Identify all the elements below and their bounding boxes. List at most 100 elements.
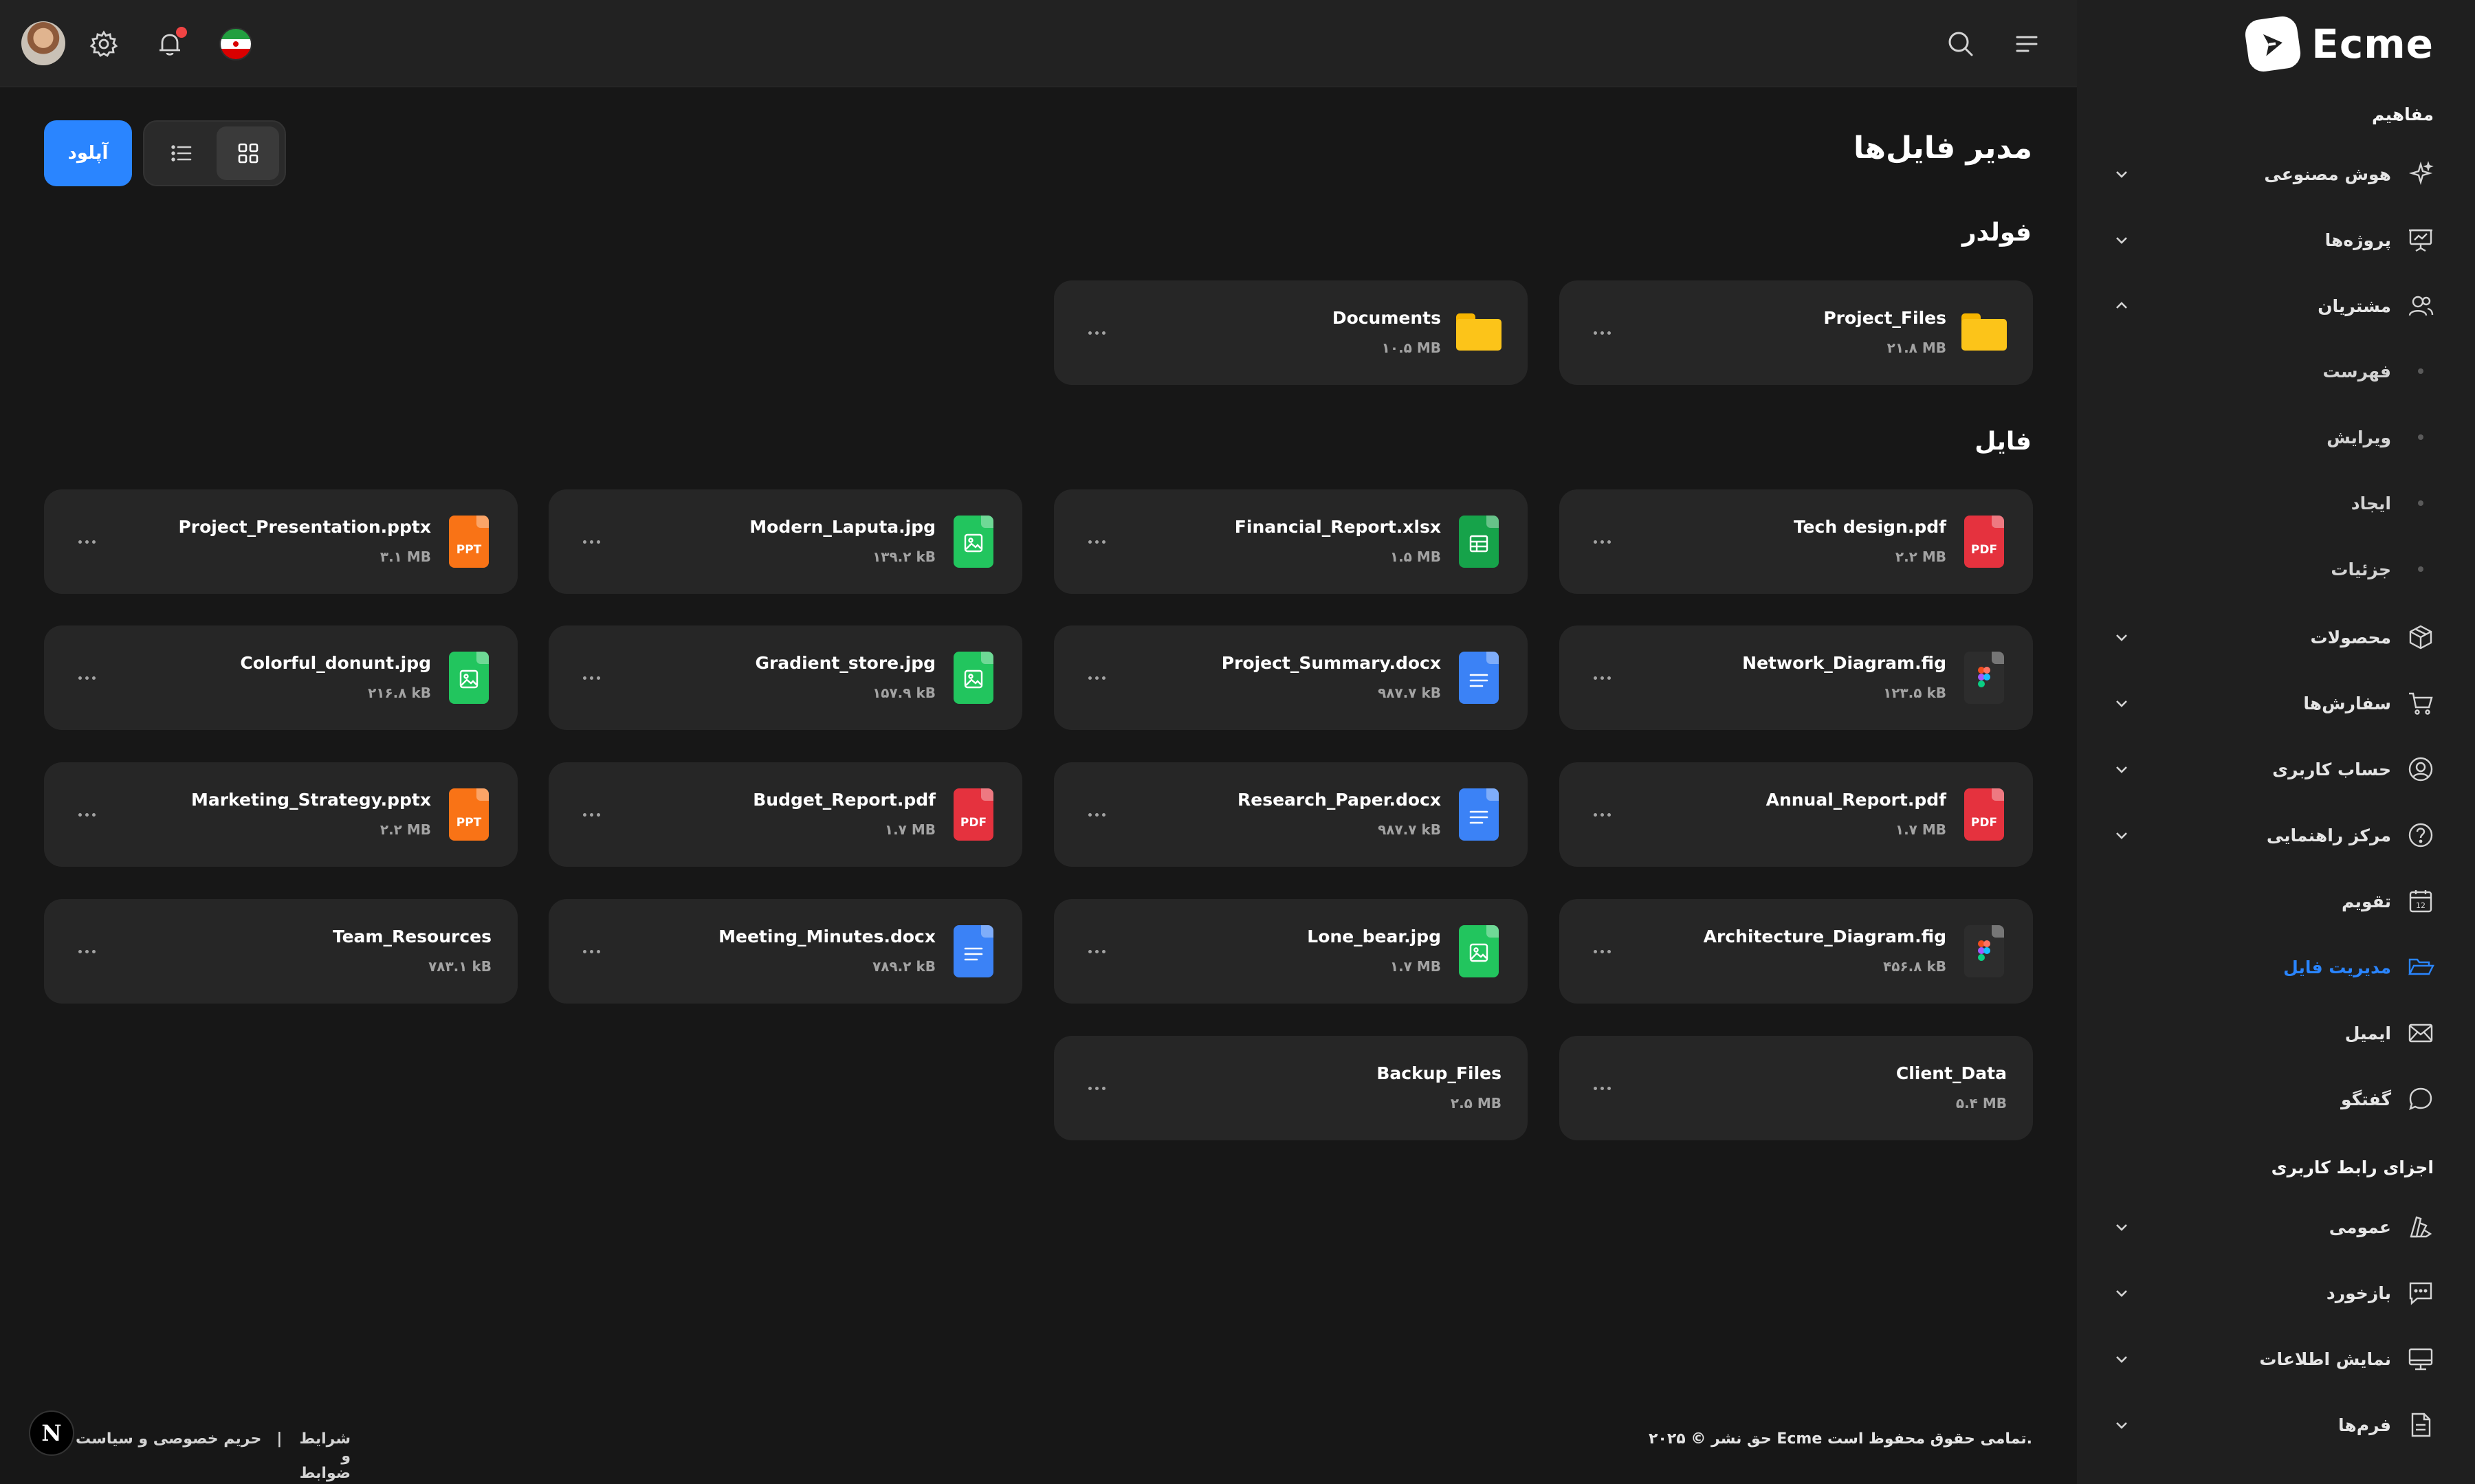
top-header (0, 0, 2077, 87)
sidebar-subitem-list[interactable]: فهرست (2108, 349, 2438, 393)
pptx-file-icon: PPT (449, 788, 489, 841)
more-options-icon[interactable] (73, 802, 100, 827)
file-card[interactable]: Team_Resources ۷۸۳.۱ kB (44, 899, 518, 1004)
chevron-down-icon[interactable] (2108, 821, 2135, 849)
folder-icon (1456, 313, 1502, 351)
search-icon[interactable] (1939, 23, 1982, 65)
more-options-icon[interactable] (1588, 529, 1616, 554)
chevron-down-icon[interactable] (2108, 755, 2135, 783)
sidebar-subitem-edit[interactable]: ویرایش (2108, 415, 2438, 459)
chevron-down-icon[interactable] (2108, 689, 2135, 717)
file-card[interactable]: Network_Diagram.fig ۱۲۳.۵ kB (1559, 625, 2033, 730)
file-card[interactable]: Research_Paper.docx ۹۸۷.۷ kB (1054, 762, 1528, 867)
file-card[interactable]: Financial_Report.xlsx ۱.۵ MB (1054, 489, 1528, 594)
file-card[interactable]: PPT Marketing_Strategy.pptx ۲.۲ MB (44, 762, 518, 867)
file-card[interactable]: Project_Summary.docx ۹۸۷.۷ kB (1054, 625, 1528, 730)
more-options-icon[interactable] (578, 665, 605, 690)
file-card[interactable]: Architecture_Diagram.fig ۴۵۶.۸ kB (1559, 899, 2033, 1004)
file-card[interactable]: Lone_bear.jpg ۱.۷ MB (1054, 899, 1528, 1004)
file-card[interactable]: Modern_Laputa.jpg ۱۳۹.۲ kB (549, 489, 1022, 594)
chevron-up-icon[interactable] (2108, 292, 2135, 320)
iran-flag-icon (219, 27, 252, 60)
privacy-link[interactable]: حریم خصوصی و سیاست (76, 1430, 261, 1482)
more-options-icon[interactable] (73, 529, 100, 554)
more-options-icon[interactable] (1083, 665, 1110, 690)
file-size: ۲.۲ MB (1895, 549, 1946, 565)
chevron-down-icon[interactable] (2108, 226, 2135, 254)
chevron-down-icon[interactable] (2108, 1411, 2135, 1439)
more-options-icon[interactable] (1083, 320, 1110, 345)
chevron-down-icon[interactable] (2108, 1213, 2135, 1241)
upload-button[interactable]: آپلود (44, 120, 132, 186)
sidebar-subitem-details[interactable]: جزئیات (2108, 547, 2438, 591)
sidebar-item-ai[interactable]: هوش مصنوعی (2108, 148, 2438, 199)
chevron-down-icon[interactable] (2108, 160, 2135, 188)
terms-link[interactable]: شرایط و ضوابط (297, 1430, 351, 1482)
grid-view-button[interactable] (217, 126, 279, 180)
chevron-down-icon[interactable] (2108, 623, 2135, 651)
users-icon (2404, 289, 2438, 323)
avatar[interactable] (21, 21, 65, 65)
file-card[interactable]: PDF Tech design.pdf ۲.۲ MB (1559, 489, 2033, 594)
chevron-down-icon[interactable] (2108, 1279, 2135, 1307)
more-options-icon[interactable] (1083, 802, 1110, 827)
file-name: Team_Resources (332, 927, 492, 946)
file-name: Backup_Files (1376, 1063, 1502, 1083)
more-options-icon[interactable] (1588, 665, 1616, 690)
file-name: Colorful_donunt.jpg (240, 653, 431, 673)
nextjs-dev-badge[interactable]: N (29, 1410, 74, 1456)
file-card[interactable]: Colorful_donunt.jpg ۲۱۶.۸ kB (44, 625, 518, 730)
notification-button[interactable] (148, 23, 191, 65)
sidebar-item-data-display[interactable]: نمایش اطلاعات (2108, 1333, 2438, 1384)
menu-icon[interactable] (2005, 23, 2048, 65)
folder-card[interactable]: Project_Files ۲۱.۸ MB (1559, 280, 2033, 385)
file-card[interactable]: PDF Budget_Report.pdf ۱.۷ MB (549, 762, 1022, 867)
more-options-icon[interactable] (1588, 939, 1616, 964)
sidebar-item-file-manager[interactable]: مدیریت فایل (2108, 942, 2438, 993)
more-options-icon[interactable] (578, 802, 605, 827)
more-options-icon[interactable] (1083, 1076, 1110, 1100)
file-size: ۹۸۷.۷ kB (1378, 685, 1441, 701)
sidebar-subitem-create[interactable]: ایجاد (2108, 481, 2438, 525)
figma-file-icon (1964, 652, 2004, 704)
file-card[interactable]: Gradient_store.jpg ۱۵۷.۹ kB (549, 625, 1022, 730)
file-name: Research_Paper.docx (1237, 790, 1441, 810)
chevron-down-icon[interactable] (2108, 1345, 2135, 1373)
file-card[interactable]: Backup_Files ۲.۵ MB (1054, 1036, 1528, 1140)
file-card[interactable]: Meeting_Minutes.docx ۷۸۹.۲ kB (549, 899, 1022, 1004)
language-selector[interactable] (214, 23, 257, 65)
folder-card[interactable]: Documents ۱۰.۵ MB (1054, 280, 1528, 385)
more-options-icon[interactable] (1083, 939, 1110, 964)
sidebar-item-projects[interactable]: پروژه‌ها (2108, 214, 2438, 265)
sidebar-item-forms[interactable]: فرم‌ها (2108, 1399, 2438, 1450)
sidebar-item-general[interactable]: عمومی (2108, 1201, 2438, 1252)
list-view-button[interactable] (150, 126, 212, 180)
more-options-icon[interactable] (1588, 802, 1616, 827)
file-card[interactable]: Client_Data ۵.۴ MB (1559, 1036, 2033, 1140)
sidebar-item-feedback[interactable]: بازخورد (2108, 1267, 2438, 1318)
more-options-icon[interactable] (1588, 320, 1616, 345)
sidebar-item-account[interactable]: حساب کاربری (2108, 744, 2438, 795)
more-options-icon[interactable] (1083, 529, 1110, 554)
more-options-icon[interactable] (73, 939, 100, 964)
sidebar-item-email[interactable]: ایمیل (2108, 1008, 2438, 1059)
file-size: ۵.۴ MB (1955, 1095, 2007, 1111)
more-options-icon[interactable] (1588, 1076, 1616, 1100)
monitor-icon (2404, 1342, 2438, 1376)
presentation-board-icon (2404, 223, 2438, 257)
sidebar-item-calendar[interactable]: 12 تقویم (2108, 876, 2438, 927)
file-card[interactable]: PPT Project_Presentation.pptx ۳.۱ MB (44, 489, 518, 594)
gear-icon[interactable] (82, 23, 125, 65)
more-options-icon[interactable] (578, 939, 605, 964)
sidebar-item-help-center[interactable]: مرکز راهنمایی (2108, 810, 2438, 861)
file-card[interactable]: PDF Annual_Report.pdf ۱.۷ MB (1559, 762, 2033, 867)
sidebar-item-customers[interactable]: مشتریان (2108, 280, 2438, 331)
more-options-icon[interactable] (73, 665, 100, 690)
sidebar-item-chat[interactable]: گفتگو (2108, 1074, 2438, 1125)
brand-logo[interactable]: Ecme (2243, 14, 2434, 74)
sidebar-item-orders[interactable]: سفارش‌ها (2108, 678, 2438, 729)
form-icon (2404, 1408, 2438, 1442)
file-name: Financial_Report.xlsx (1234, 517, 1441, 537)
more-options-icon[interactable] (578, 529, 605, 554)
sidebar-item-products[interactable]: محصولات (2108, 612, 2438, 663)
